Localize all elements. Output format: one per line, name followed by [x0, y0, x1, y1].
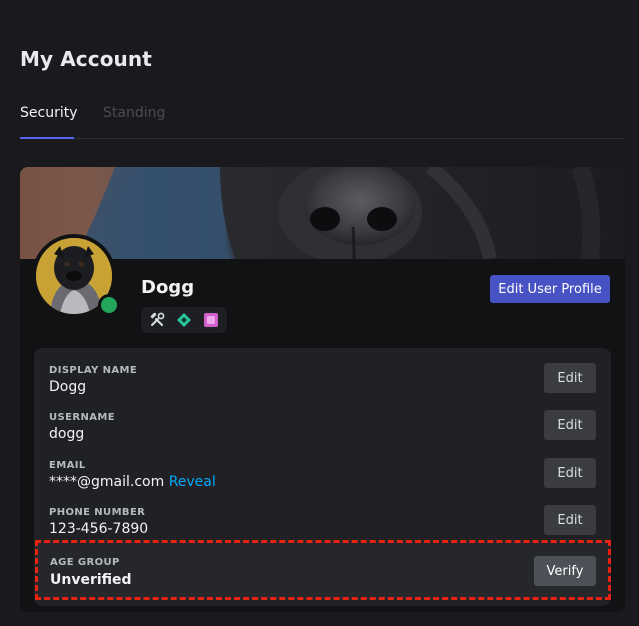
edit-phone-number-button[interactable]: Edit: [544, 505, 596, 535]
edit-username-button[interactable]: Edit: [544, 410, 596, 440]
display-name-field: DISPLAY NAME Dogg Edit: [49, 363, 596, 405]
tab-bar: Security Standing: [20, 96, 625, 139]
tab-standing[interactable]: Standing: [103, 105, 165, 121]
email-field: EMAIL ****@gmail.com Reveal Edit: [49, 458, 596, 500]
age-group-field: AGE GROUP Unverified Verify: [35, 540, 611, 600]
diamond-badge-icon[interactable]: [176, 312, 192, 328]
email-masked-value: ****@gmail.com: [49, 474, 165, 490]
field-label: USERNAME: [49, 412, 115, 423]
active-tab-indicator: [20, 137, 74, 139]
field-value: Unverified: [50, 572, 132, 588]
field-label: PHONE NUMBER: [49, 507, 146, 518]
online-status-indicator: [98, 294, 120, 316]
pink-square-badge-icon[interactable]: [203, 312, 219, 328]
tab-security[interactable]: Security: [20, 105, 78, 121]
reveal-email-link[interactable]: Reveal: [169, 474, 216, 490]
avatar[interactable]: [32, 234, 120, 318]
username-field: USERNAME dogg Edit: [49, 410, 596, 452]
account-page: My Account Security Standing Dogg Edit U…: [0, 0, 639, 626]
profile-banner: [20, 167, 625, 259]
badge-list: [141, 307, 227, 333]
edit-display-name-button[interactable]: Edit: [544, 363, 596, 393]
page-title: My Account: [20, 47, 152, 71]
field-label: AGE GROUP: [50, 557, 120, 568]
edit-user-profile-button[interactable]: Edit User Profile: [490, 275, 610, 303]
banner-dog-nose-image: [20, 167, 625, 259]
field-label: DISPLAY NAME: [49, 365, 138, 376]
verify-age-button[interactable]: Verify: [534, 556, 596, 586]
profile-display-name: Dogg: [141, 277, 195, 298]
field-value: dogg: [49, 426, 85, 442]
hammer-wrench-icon[interactable]: [149, 312, 165, 328]
field-value: ****@gmail.com Reveal: [49, 474, 216, 490]
field-label: EMAIL: [49, 460, 86, 471]
field-value: 123-456-7890: [49, 521, 149, 537]
field-value: Dogg: [49, 379, 87, 395]
edit-email-button[interactable]: Edit: [544, 458, 596, 488]
